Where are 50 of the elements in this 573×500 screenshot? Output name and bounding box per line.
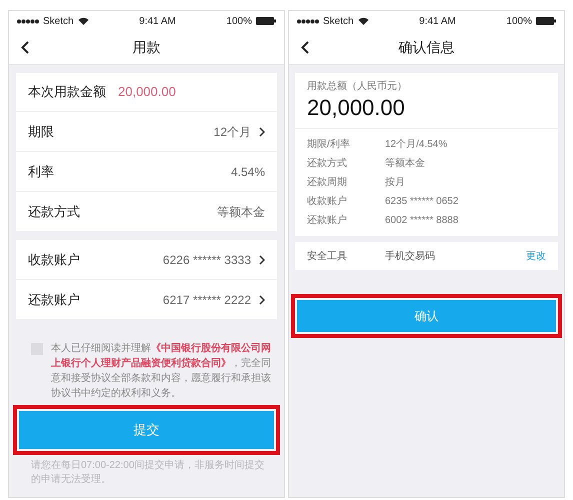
back-icon[interactable] [21,41,29,54]
security-label: 安全工具 [307,250,348,264]
wifi-icon [358,17,369,25]
row-value: 6217 ****** 2222 [162,292,251,308]
row-label: 收款账户 [28,250,80,269]
notice-text: 请您在每日07:00-22:00间提交申请，非服务时间提交的申请无法受理。 [31,459,266,487]
row-value: 6226 ****** 3333 [162,252,251,268]
battery-icon [256,17,276,25]
submit-button[interactable]: 提交 [19,411,274,449]
security-value: 手机交易码 [385,250,436,264]
total-label: 用款总额（人民币元） [307,80,408,94]
carrier-name: Sketch [323,14,354,28]
battery-icon [536,17,556,25]
row-value: 12个月 [214,124,251,140]
status-time: 9:41 AM [139,14,176,28]
total-amount: 20,000.00 [307,94,406,122]
chevron-icon [259,254,265,264]
amount-value: 20,000.00 [118,83,176,102]
agreement-text: 本人已仔细阅读并理解《中国银行股份有限公司网上银行个人理财产品融资便利贷款合同》，完全同意和接受协议全部条款和内容，愿意履行和承担该协议书中约定的权利和义务。 [51,342,272,401]
detail-label: 还款方式 [307,156,348,171]
detail-value: 12个月/4.54% [385,138,448,152]
detail-label: 还款账户 [307,214,348,228]
detail-value: 等额本金 [385,156,425,171]
row-value: 等额本金 [217,204,265,220]
back-icon[interactable] [301,41,309,54]
row-label: 还款方式 [28,202,80,221]
chevron-icon [259,294,265,304]
battery-percent: 100% [226,14,252,28]
carrier-name: Sketch [43,14,74,28]
battery-percent: 100% [506,14,532,28]
wifi-icon [78,17,89,25]
row-value: 4.54% [230,164,265,180]
change-link[interactable]: 更改 [526,248,546,264]
row-label: 还款账户 [28,290,80,309]
confirm-button[interactable]: 确认 [297,300,556,332]
detail-label: 期限/利率 [307,138,351,152]
screen-title: 用款 [132,38,160,57]
row-label: 利率 [28,162,54,181]
detail-label: 还款周期 [307,176,348,190]
amount-label: 本次用款金额 [28,83,106,102]
signal-icon [297,18,319,24]
signal-icon [17,18,39,24]
detail-label: 收款账户 [307,194,348,209]
detail-value: 6235 ****** 0652 [385,195,458,209]
status-time: 9:41 AM [419,14,456,28]
detail-value: 6002 ****** 8888 [385,214,458,228]
row-label: 期限 [28,122,54,141]
screen-title: 确认信息 [398,38,454,57]
chevron-icon [259,126,265,136]
detail-value: 按月 [385,176,405,190]
